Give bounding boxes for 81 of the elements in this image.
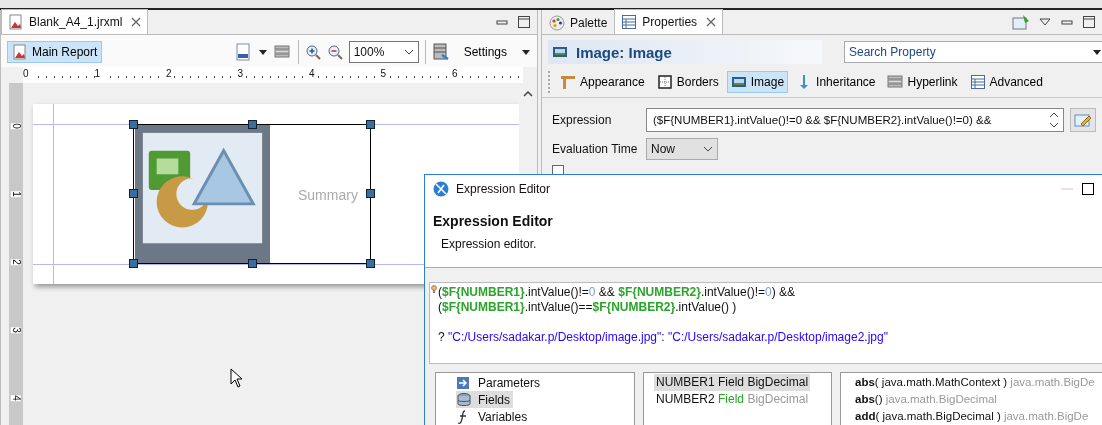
resize-handle[interactable]	[129, 120, 138, 129]
resize-handle[interactable]	[248, 120, 257, 129]
close-icon[interactable]	[131, 17, 142, 27]
resize-handle[interactable]	[366, 259, 375, 268]
resize-handle[interactable]	[366, 120, 375, 129]
resize-handle[interactable]	[248, 259, 257, 268]
category-item[interactable]: Fields	[456, 391, 513, 408]
close-icon[interactable]	[706, 17, 717, 27]
code-line: ($F{NUMBER1}.intValue()==$F{NUMBER2}.intValue() )	[438, 300, 737, 315]
dialog-heading: Expression Editor	[433, 213, 554, 229]
section-tab[interactable]: Hyperlink	[883, 71, 962, 93]
chevron-down-icon	[703, 146, 713, 152]
field-label: Expression	[552, 113, 613, 127]
category-item[interactable]: Variables	[456, 408, 531, 425]
expression-field[interactable]: ($F{NUMBER1}.intValue()!=0 && $F{NUMBER2}.intValue()!=0) &&	[646, 108, 1064, 132]
image-placeholder-icon	[134, 125, 271, 263]
database-icon	[456, 391, 472, 408]
chevron-up-icon	[523, 91, 533, 97]
section-tab[interactable]: Appearance	[556, 71, 649, 93]
image-icon	[552, 44, 568, 60]
ruler-number: 3	[11, 327, 21, 333]
report-file-icon	[8, 14, 24, 30]
main-report-button[interactable]: Main Report	[7, 41, 103, 63]
view-tab[interactable]: Palette	[542, 11, 615, 34]
ruler-icon	[560, 74, 576, 90]
dialog-description: Expression editor.	[441, 237, 538, 251]
bands-icon	[273, 44, 292, 60]
maximize-icon	[1081, 182, 1095, 196]
resize-handle[interactable]	[129, 259, 138, 268]
spinner-arrows-icon	[1049, 110, 1059, 130]
evaluation-time-dropdown[interactable]: Now	[646, 138, 718, 160]
code-editor[interactable]: ($F{NUMBER1}.intValue()!=0 && $F{NUMBER2}.intValue()!=0) && ($F{NUMBER1}.intValue()==$F{NUMBER2}.intValue() ) ? "C:/Users/sadakar.p/Desktop/image.jpg": "C:/Users/sadakar.p/Desktop/image2.jpg"	[429, 282, 1102, 364]
resize-handle[interactable]	[366, 189, 375, 198]
image-icon	[730, 74, 747, 90]
zoom-out-icon	[326, 44, 343, 60]
ruler-number: 2	[11, 259, 21, 265]
search-property-field[interactable]: Search Property	[844, 41, 1102, 63]
field-item[interactable]: NUMBER2 Field BigDecimal	[654, 391, 811, 408]
lightbulb-icon	[431, 285, 437, 294]
edit-expression-button[interactable]	[1070, 108, 1096, 132]
code-line: ? "C:/Users/sadakar.p/Desktop/image.jpg": "C:/Users/sadakar.p/Desktop/image2.jpg"	[438, 329, 888, 345]
stacked-bars-icon	[887, 74, 904, 90]
field-item[interactable]: NUMBER1 Field BigDecimal	[654, 374, 811, 391]
method-item[interactable]: abs( java.math.MathContext ) java.math.BigDe	[855, 374, 1102, 391]
mouse-pointer-icon	[230, 368, 244, 388]
view-tab[interactable]: Properties	[614, 9, 724, 34]
chevron-down-icon	[403, 49, 414, 55]
section-tab[interactable]: Borders	[652, 71, 723, 93]
dropdown-caret-icon	[521, 48, 531, 56]
border-grid-icon	[656, 74, 673, 90]
section-tab[interactable]: Advanced	[965, 71, 1047, 93]
report-file-icon	[12, 44, 28, 60]
table-icon	[969, 74, 986, 90]
binary-file-icon	[233, 43, 252, 61]
method-item[interactable]: add( java.math.BigDecimal ) java.math.BigDe	[855, 408, 1102, 425]
table-icon	[621, 14, 638, 30]
ruler-number: 4	[11, 395, 21, 401]
band-label: Summary	[298, 187, 358, 203]
method-item[interactable]: abs() java.math.BigDecimal	[855, 391, 1102, 408]
editor-tab[interactable]: Blank_A4_1.jrxml	[1, 9, 149, 34]
maximize-icon	[517, 15, 531, 29]
window-title: Expression Editor	[456, 182, 551, 196]
field-label: Evaluation Time	[552, 142, 639, 156]
pencil-icon	[1074, 112, 1092, 128]
palette-icon	[549, 15, 565, 31]
zoom-dropdown[interactable]: 100%	[348, 41, 419, 63]
settings-button[interactable]: Settings	[455, 45, 515, 59]
category-item[interactable]: Parameters	[456, 374, 544, 391]
zoom-in-icon	[304, 44, 321, 60]
dropdown-caret-icon	[257, 48, 268, 56]
pin-note-icon	[1012, 14, 1030, 30]
ruler-number: 1	[11, 191, 21, 197]
maximize-icon	[1082, 15, 1096, 29]
section-tab[interactable]: Inheritance	[792, 71, 880, 93]
element-title: Image: Image	[576, 43, 672, 61]
ruler-number: 0	[11, 123, 21, 129]
code-line: ($F{NUMBER1}.intValue()!=0 && $F{NUMBER2}.intValue()!=0) &&	[438, 285, 796, 300]
app-logo-icon	[433, 181, 449, 197]
resize-handle[interactable]	[129, 189, 138, 198]
server-icon	[431, 43, 450, 61]
section-tab[interactable]: Image	[726, 71, 789, 93]
